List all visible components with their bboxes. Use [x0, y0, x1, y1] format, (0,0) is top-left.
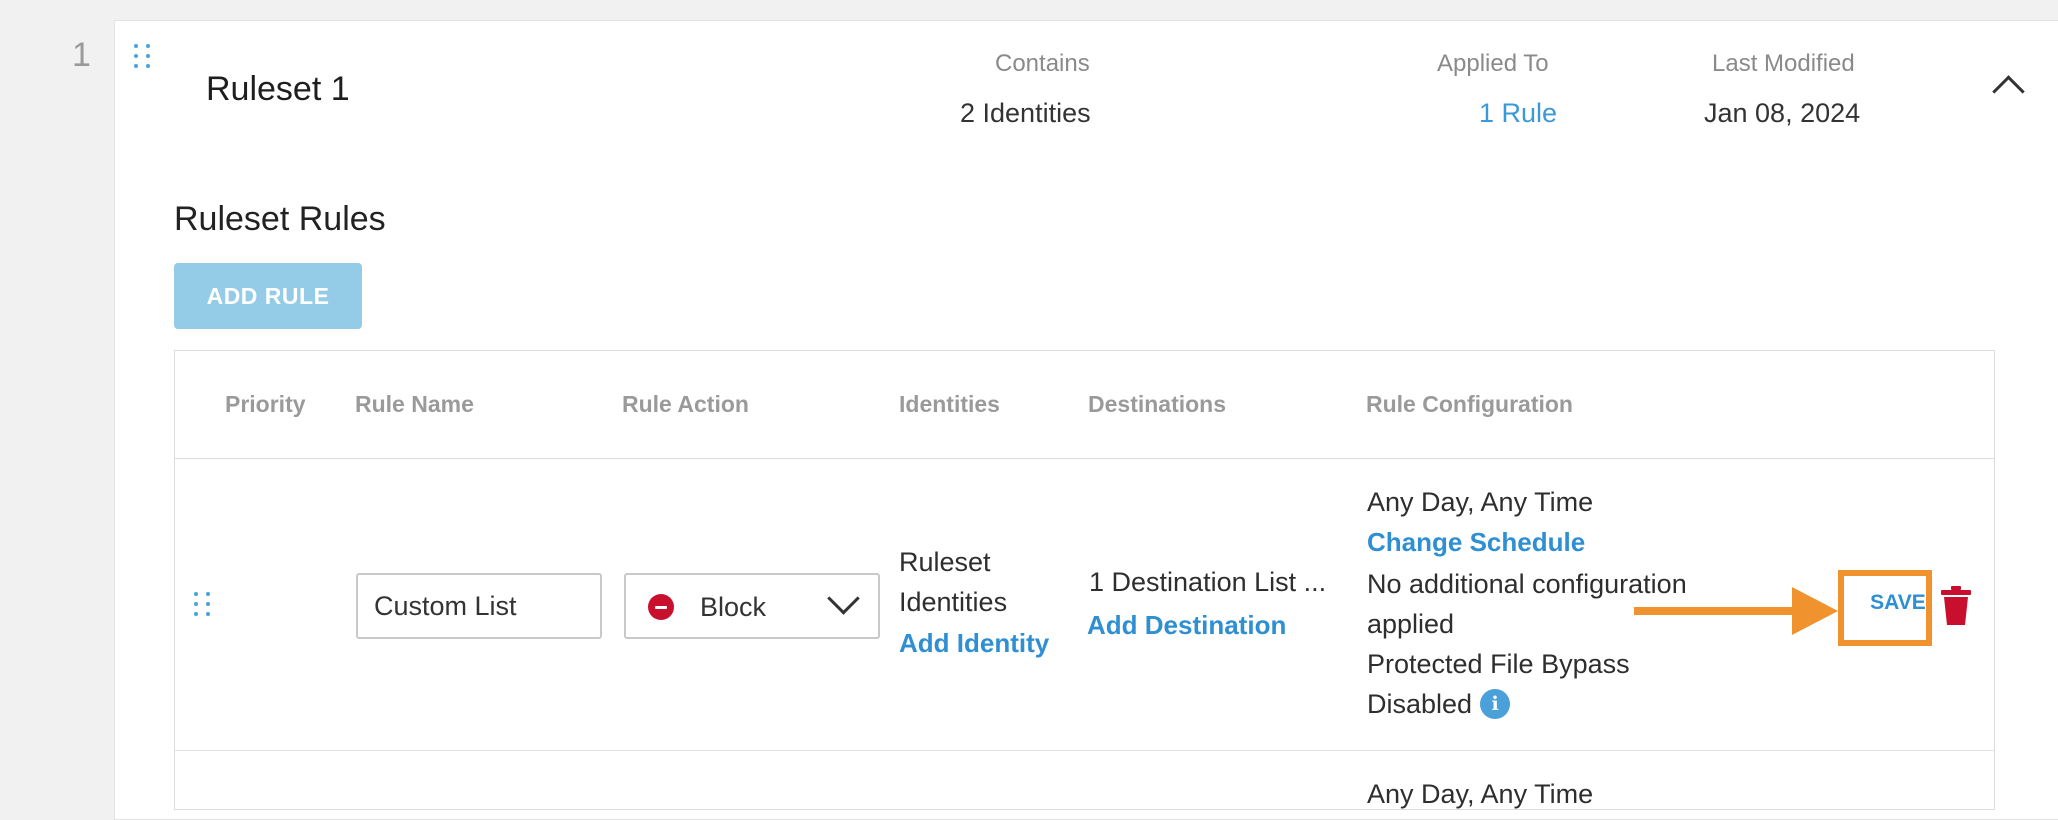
- header-rule-name: Rule Name: [355, 391, 474, 417]
- save-button[interactable]: SAVE: [1868, 588, 1928, 618]
- add-identity-link[interactable]: Add Identity: [899, 628, 1049, 659]
- identities-line-1: Ruleset: [899, 547, 991, 577]
- bypass-line-1: Protected File Bypass: [1367, 649, 1630, 679]
- header-destinations: Destinations: [1088, 391, 1227, 417]
- contains-value: 2 Identities: [960, 98, 1091, 128]
- applied-to-link[interactable]: 1 Rule: [1479, 98, 1557, 129]
- next-row-schedule-value: Any Day, Any Time: [1367, 779, 1594, 809]
- header-rule-configuration: Rule Configuration: [1366, 391, 1573, 417]
- trash-icon[interactable]: [1940, 586, 1972, 626]
- config-text: No additional configuration applied Prot…: [1367, 564, 1687, 724]
- rule-action-select[interactable]: Block: [624, 573, 880, 639]
- config-line-1: No additional configuration: [1367, 569, 1687, 599]
- identities-text: Ruleset Identities: [899, 542, 1007, 622]
- ruleset-drag-handle-icon[interactable]: [134, 44, 150, 68]
- rule-action-value: Block: [700, 592, 767, 622]
- header-priority: Priority: [225, 391, 306, 417]
- ruleset-name: Ruleset 1: [206, 70, 350, 108]
- annotation-arrow-shaft: [1634, 607, 1794, 615]
- ruleset-index: 1: [72, 36, 91, 74]
- block-icon: [648, 594, 674, 620]
- applied-to-label: Applied To: [1437, 50, 1549, 77]
- last-modified-value: Jan 08, 2024: [1704, 98, 1861, 128]
- add-rule-button[interactable]: ADD RULE: [174, 263, 362, 329]
- row-drag-handle-icon[interactable]: [194, 592, 210, 616]
- ruleset-rules-title: Ruleset Rules: [174, 200, 386, 238]
- rule-name-input[interactable]: [356, 573, 602, 639]
- table-header-divider: [175, 458, 1994, 459]
- bypass-line-2: Disabled: [1367, 689, 1473, 719]
- table-row-divider: [175, 750, 1994, 751]
- last-modified-label: Last Modified: [1712, 50, 1855, 77]
- destinations-value[interactable]: 1 Destination List ...: [1089, 562, 1326, 602]
- info-icon[interactable]: i: [1480, 689, 1511, 719]
- chevron-down-icon: [827, 582, 860, 615]
- header-rule-action: Rule Action: [622, 391, 749, 417]
- annotation-arrow-head: [1792, 587, 1838, 635]
- add-destination-link[interactable]: Add Destination: [1087, 610, 1286, 641]
- identities-line-2: Identities: [899, 587, 1008, 617]
- schedule-value: Any Day, Any Time: [1367, 487, 1594, 517]
- header-identities: Identities: [899, 391, 1000, 417]
- change-schedule-link[interactable]: Change Schedule: [1367, 527, 1585, 558]
- contains-label: Contains: [995, 50, 1090, 77]
